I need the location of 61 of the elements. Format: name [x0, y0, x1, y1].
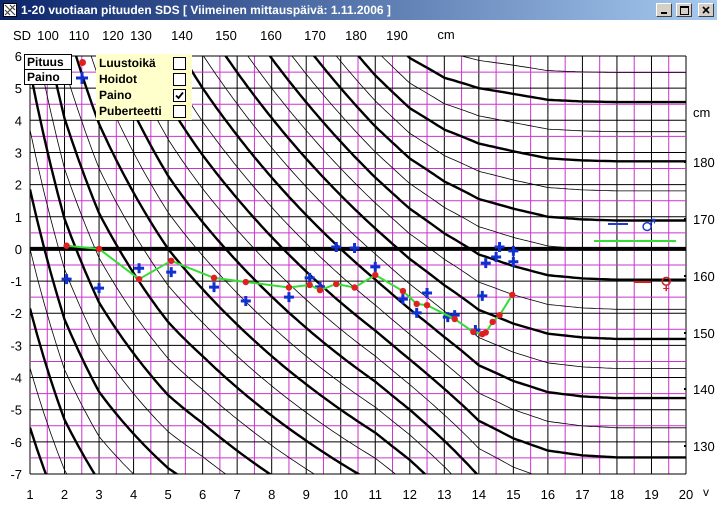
- axis-tick-label: -6: [10, 434, 22, 450]
- axis-tick-label: 13: [437, 487, 452, 502]
- axis-label: SD: [13, 28, 32, 43]
- axis-tick-label: -3: [10, 338, 22, 354]
- axis-tick-label: 15: [506, 487, 521, 502]
- window-title: 1-20 vuotiaan pituuden SDS [ Viimeinen mittauspäivä: 1.11.2006 ]: [21, 3, 392, 17]
- height-scale-label: 160: [693, 269, 715, 284]
- option-label: Puberteetti: [99, 104, 162, 118]
- axis-tick-label: 1: [14, 210, 22, 225]
- height-scale-label: 140: [693, 382, 715, 397]
- axis-tick-label: 7: [234, 487, 241, 502]
- option-label: Paino: [99, 88, 132, 102]
- axis-tick-label: 11: [368, 487, 382, 502]
- axis-label: v: [703, 485, 709, 499]
- axis-tick-label: 2: [60, 487, 68, 502]
- axis-tick-label: 0: [14, 242, 22, 257]
- height-scale-label: 130: [130, 28, 152, 43]
- height-scale-label: 150: [693, 326, 715, 341]
- axis-tick-label: 6: [14, 49, 22, 64]
- series-label: Paino: [24, 69, 72, 85]
- axis-tick-label: 4: [130, 487, 138, 502]
- axis-tick-label: 2: [14, 178, 22, 193]
- axis-tick-label: -4: [10, 370, 22, 386]
- axis-tick-label: 6: [199, 487, 206, 502]
- height-scale-label: 150: [215, 28, 237, 43]
- axis-tick-label: 19: [644, 487, 659, 502]
- option-label: Luustoikä: [99, 56, 156, 70]
- height-scale-label: 120: [102, 28, 124, 43]
- height-scale-label: 140: [171, 28, 193, 43]
- axis-tick-label: 3: [14, 145, 22, 160]
- series-label: Pituus: [24, 54, 72, 70]
- height-scale-label: 170: [693, 212, 715, 227]
- axis-tick-label: 3: [95, 487, 103, 502]
- unit-label: cm: [693, 105, 710, 120]
- height-scale-label: 130: [693, 439, 715, 454]
- axis-tick-label: 4: [14, 113, 22, 128]
- height-scale-label: 190: [386, 28, 408, 43]
- unit-label: cm: [437, 27, 455, 42]
- axis-tick-label: 20: [678, 487, 694, 502]
- axis-tick-label: 10: [334, 487, 348, 502]
- axis-tick-label: 9: [302, 487, 310, 502]
- axis-tick-label: 1: [26, 487, 34, 502]
- axis-tick-label: 16: [540, 487, 556, 502]
- axis-tick-label: 18: [610, 487, 624, 502]
- height-scale-label: 160: [260, 28, 282, 43]
- axis-tick-label: 5: [14, 81, 22, 96]
- height-scale-label: 180: [693, 155, 715, 170]
- height-scale-label: 170: [304, 28, 326, 43]
- axis-tick-label: -5: [10, 402, 22, 418]
- height-scale-label: 100: [37, 28, 59, 43]
- axis-tick-label: -7: [10, 467, 22, 482]
- height-scale-label: 180: [345, 28, 367, 43]
- axis-tick-label: 17: [575, 487, 590, 502]
- option-label: Hoidot: [99, 72, 137, 86]
- axis-tick-label: 5: [164, 487, 172, 502]
- axis-tick-label: -1: [10, 274, 22, 290]
- axis-tick-label: 12: [402, 487, 418, 502]
- axis-tick-label: 14: [472, 487, 486, 502]
- height-scale-label: 110: [68, 28, 90, 43]
- axis-tick-label: -2: [10, 306, 22, 322]
- axis-tick-label: 8: [268, 487, 276, 502]
